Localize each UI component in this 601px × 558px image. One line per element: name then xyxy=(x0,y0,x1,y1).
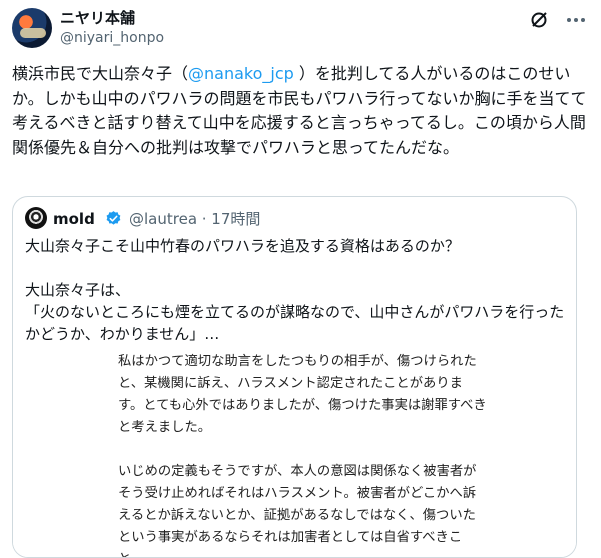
verified-badge-icon xyxy=(106,211,121,225)
quote-display-name[interactable]: mold xyxy=(53,209,95,229)
post-text-before: 横浜市民で大山奈々子（ xyxy=(12,64,189,83)
quote-handle-time[interactable]: @lautrea · 17時間 xyxy=(129,209,260,229)
author-display-name[interactable]: ニヤリ本舗 xyxy=(60,8,135,28)
embedded-image-text: 私はかつて適切な助言をしたつもりの相手が、傷つけられたと、某機関に訴え、ハラスメ… xyxy=(118,354,487,557)
mention-link[interactable]: @nanako_jcp xyxy=(188,64,294,83)
quote-text: 大山奈々子こそ山中竹春のパワハラを追及する資格はあるのか？ 大山奈々子は、 「火… xyxy=(25,237,565,343)
more-options-icon[interactable] xyxy=(565,10,587,30)
quote-embedded-image[interactable]: 私はかつて適切な助言をしたつもりの相手が、傷つけられたと、某機関に訴え、ハラスメ… xyxy=(13,347,576,557)
grok-icon[interactable] xyxy=(529,10,549,30)
quote-avatar[interactable] xyxy=(25,207,47,229)
quoted-post[interactable]: mold @lautrea · 17時間 大山奈々子こそ山中竹春のパワハラを追及… xyxy=(12,196,577,558)
author-handle[interactable]: @niyari_honpo xyxy=(60,29,164,47)
post-avatar[interactable] xyxy=(12,8,52,48)
post-text: 横浜市民で大山奈々子（@nanako_jcp ）を批判してる人がいるのはこのせい… xyxy=(12,62,587,160)
